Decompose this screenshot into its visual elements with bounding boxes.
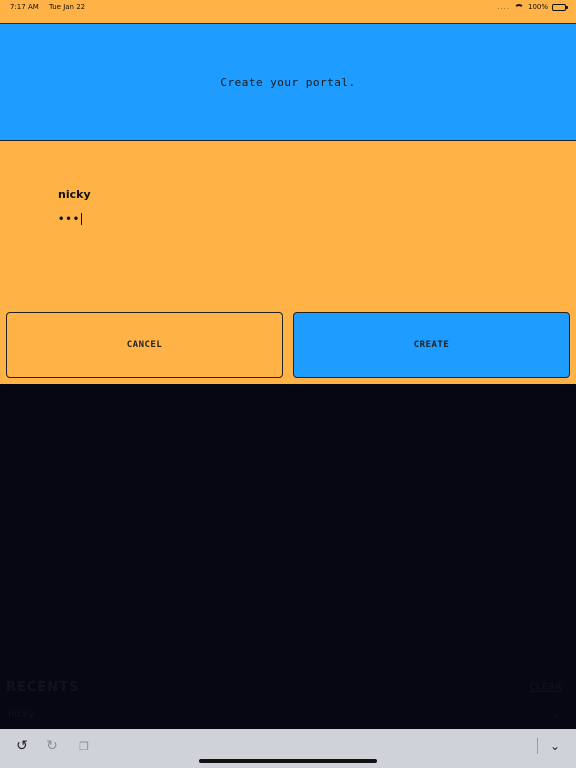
recents-heading: RECENTS: [6, 680, 80, 695]
portal-create-screen: 7:17 AM Tue Jan 22 .... 100% Create your…: [0, 0, 576, 768]
status-right: .... 100%: [497, 3, 568, 11]
status-bar: 7:17 AM Tue Jan 22 .... 100%: [0, 0, 576, 24]
create-button[interactable]: CREATE: [293, 312, 570, 378]
home-indicator[interactable]: [199, 759, 377, 763]
chevron-down-icon[interactable]: ⌄: [545, 736, 565, 756]
cancel-button[interactable]: CANCEL: [6, 312, 283, 378]
recent-item-label: nicky: [8, 709, 34, 720]
create-portal-form: nicky ••• CANCEL CREATE: [0, 141, 576, 384]
recents-clear-link: CLEAR: [529, 682, 562, 693]
page-title: Create your portal.: [220, 75, 356, 89]
battery-icon: [552, 3, 568, 11]
wifi-icon: [513, 3, 524, 11]
redo-icon[interactable]: ↻: [42, 736, 62, 756]
text-caret: [81, 213, 83, 225]
dimmed-background: RECENTS CLEAR nicky ›: [0, 384, 576, 729]
chevron-right-icon: ›: [553, 708, 558, 722]
username-field[interactable]: nicky: [58, 188, 91, 201]
password-mask: •••: [58, 213, 81, 225]
paste-icon[interactable]: ❐: [74, 736, 94, 756]
status-date: Tue Jan 22: [49, 3, 86, 11]
list-item: nicky ›: [0, 704, 576, 726]
status-left: 7:17 AM Tue Jan 22: [10, 3, 93, 11]
header-banner: Create your portal.: [0, 24, 576, 141]
keyboard-shortcut-bar: ↺ ↻ ❐ ⌄: [0, 729, 576, 768]
multitasking-dots: ....: [497, 3, 510, 11]
toolbar-divider: [537, 738, 538, 754]
undo-icon[interactable]: ↺: [12, 736, 32, 756]
status-time: 7:17 AM: [10, 3, 39, 11]
password-field[interactable]: •••: [58, 213, 83, 225]
battery-percent: 100%: [527, 3, 548, 11]
